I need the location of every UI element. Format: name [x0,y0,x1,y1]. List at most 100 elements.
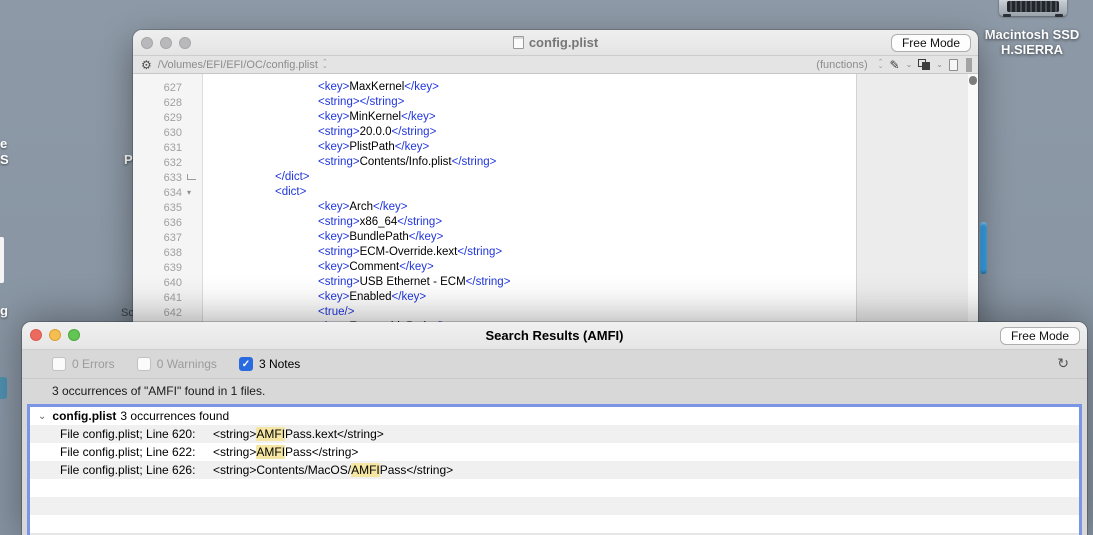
free-mode-button[interactable]: Free Mode [890,34,971,52]
code-line[interactable]: <key>MinKernel</key> [203,110,856,125]
code-line[interactable]: <string>20.0.0</string> [203,125,856,140]
marker-slot [186,80,198,95]
marker-slot [186,110,198,125]
filter-label: 0 Warnings [156,357,217,371]
marker-slot [186,275,198,290]
search-titlebar[interactable]: Search Results (AMFI) Free Mode [22,322,1087,350]
search-results-window: Search Results (AMFI) Free Mode 0 Errors… [22,322,1087,535]
result-group-count: 3 occurrences found [120,409,230,423]
checkbox-unchecked[interactable] [136,357,151,371]
drive-grille [1007,1,1059,12]
search-result-row[interactable]: File config.plist; Line 622: <string>AMFI… [30,443,1079,461]
code-line[interactable]: <key>Arch</key> [203,200,856,215]
code-line[interactable]: <key>PlistPath</key> [203,140,856,155]
filter-label: 3 Notes [258,357,301,371]
empty-row [30,479,1079,497]
line-number: 636 [133,215,202,230]
chevron-updown-icon[interactable]: ⌃ ⌄ [322,59,328,70]
drive-foot [1003,14,1011,17]
filter-label: 0 Errors [72,357,115,371]
checkbox-unchecked[interactable] [52,357,66,371]
line-number: 630 [133,125,202,140]
search-results-table[interactable]: ⌄ config.plist 3 occurrences found File … [27,404,1082,535]
desktop-label-fragment: e [0,136,8,151]
chevron-down-icon[interactable]: ⌄ [936,60,943,69]
gear-icon[interactable]: ⚙ [141,59,152,71]
desktop-label-fragment: S [0,152,9,167]
line-number: 632 [133,155,202,170]
line-number: 638 [133,245,202,260]
line-number: 634 ▾ [133,185,202,200]
code-line[interactable]: <string>x86_64</string> [203,215,856,230]
result-group-name: config.plist [52,409,117,423]
line-number: 635 [133,200,202,215]
match-highlight: AMFI [256,427,286,441]
editor-window-title: config.plist [133,35,978,50]
checkbox-checked[interactable]: ✓ [238,357,253,371]
search-window-title: Search Results (AMFI) [485,328,624,343]
line-number: 640 [133,275,202,290]
marker-slot [186,290,198,305]
line-number: 631 [133,140,202,155]
line-number: 641 [133,290,202,305]
document-outline-icon[interactable] [949,58,958,71]
filter-3-notes[interactable]: ✓ 3 Notes [238,357,301,371]
search-result-row[interactable]: File config.plist; Line 620: <string>AMFI… [30,425,1079,443]
chevron-down-icon[interactable]: ⌄ [906,60,913,69]
search-result-row[interactable]: File config.plist; Line 626: <string>Cont… [30,461,1079,479]
desktop-label-fragment: g [0,303,8,318]
code-line[interactable]: <true/> [203,305,856,320]
code-line[interactable]: <key>Comment</key> [203,260,856,275]
drive-label-line1: Macintosh SSD [984,27,1080,42]
editor-title-text: config.plist [528,35,599,50]
code-line[interactable]: <string>USB Ethernet - ECM</string> [203,275,856,290]
file-path[interactable]: /Volumes/EFI/EFI/OC/config.plist [158,59,318,71]
hidden-blue-button-fragment [980,222,987,274]
code-line[interactable]: <string></string> [203,95,856,110]
editor-titlebar[interactable]: config.plist Free Mode [133,30,978,56]
filter-0-warnings[interactable]: 0 Warnings [136,357,217,371]
layers-icon[interactable] [918,59,931,70]
code-line[interactable]: <string>ECM-Override.kext</string> [203,245,856,260]
marker-slot [186,260,198,275]
code-area[interactable]: <key>MaxKernel</key> <string></string> <ke… [203,74,856,332]
external-drive-icon[interactable] [999,0,1067,17]
desktop: e S Pg Sc Macintosh SSD H.SIERRA config.pli… [0,0,1093,535]
editor-body: 627 628 629 630 631 632 633 634 ▾ 635 636 637 638 639… [133,74,978,332]
marker-slot [186,230,198,245]
scrollbar-thumb[interactable] [969,76,977,85]
line-number-gutter: 627 628 629 630 631 632 633 634 ▾ 635 636 637 638 639… [133,74,203,332]
code-line[interactable]: <key>MaxKernel</key> [203,80,856,95]
chevron-updown-icon[interactable]: ⌃ ⌄ [878,59,884,70]
vertical-scrollbar[interactable] [968,74,978,332]
fold-end-marker[interactable] [186,170,198,185]
pen-icon[interactable]: ✎ [890,59,900,71]
line-number: 642 [133,305,202,320]
code-line[interactable]: <key>Enabled</key> [203,290,856,305]
chevron-down-icon[interactable]: ⌄ [38,411,46,422]
line-number: 639 [133,260,202,275]
code-line[interactable]: <string>Contents/Info.plist</string> [203,155,856,170]
marker-slot [186,200,198,215]
line-number: 633 [133,170,202,185]
desktop-label-fragment: Sc [121,307,134,319]
search-status-text: 3 occurrences of "AMFI" found in 1 files… [22,379,1087,404]
drive-foot [1055,14,1063,17]
code-line[interactable]: <key>BundlePath</key> [203,230,856,245]
filter-toolbar: 0 Errors 0 Warnings ✓ 3 Notes ↻ [22,350,1087,379]
result-snippet: <string>Contents/MacOS/AMFIPass</string> [213,463,454,477]
refresh-icon[interactable]: ↻ [1057,355,1069,372]
free-mode-button[interactable]: Free Mode [999,327,1080,345]
marker-slot [186,140,198,155]
code-line[interactable]: <dict> [203,185,856,200]
filter-0-errors[interactable]: 0 Errors [52,357,115,371]
desktop-item-fragment [0,377,7,399]
functions-dropdown[interactable]: (functions) [816,59,867,71]
drive-label[interactable]: Macintosh SSD H.SIERRA [962,27,1093,57]
marker-slot [186,215,198,230]
result-location: File config.plist; Line 620: [60,427,196,441]
code-line[interactable]: </dict> [203,170,856,185]
result-group-header[interactable]: ⌄ config.plist 3 occurrences found [30,407,1079,425]
result-snippet: <string>AMFIPass</string> [213,445,359,459]
disclosure-triangle-icon[interactable]: ▾ [186,185,198,200]
